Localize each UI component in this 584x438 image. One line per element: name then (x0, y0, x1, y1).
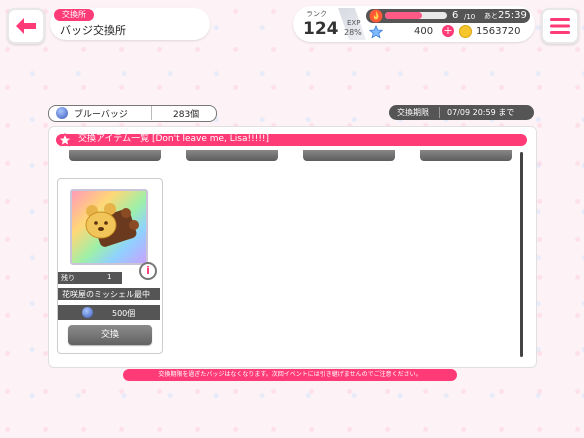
exp-percent: 28% (344, 28, 362, 37)
energy-timer: 25:39 (498, 10, 527, 21)
category-tag: 交換所 (54, 9, 94, 21)
panel-title: 交換アイテム一覧 [Don't leave me, Lisa!!!!!] (78, 134, 270, 144)
rank-value: 124 (303, 19, 339, 39)
exchange-button-partial[interactable] (186, 150, 278, 161)
badge-name: ブルーバッジ (74, 110, 128, 120)
hamburger-menu-icon (550, 18, 570, 34)
flame-icon (369, 9, 383, 23)
expiry-notice: 交換期限を過ぎたバッジはなくなります。次回イベントには引き継げませんのでご注意く… (123, 369, 457, 381)
energy-count: 6 (452, 10, 459, 21)
star-gem-icon (369, 25, 383, 39)
coin-icon (459, 25, 472, 38)
exchange-button[interactable]: 交換 (68, 325, 152, 345)
energy-timer-label: あと (484, 12, 498, 20)
monaka-sweet-icon (85, 203, 139, 247)
info-button[interactable]: i (139, 262, 157, 280)
item-cost: 500個 (112, 309, 136, 318)
cost-bar (58, 305, 160, 320)
item-name: 花咲屋のミッシェル最中 (62, 290, 150, 299)
star-count: 400 (414, 26, 434, 37)
energy-max: /10 (464, 13, 476, 21)
blue-badge-icon (56, 107, 68, 119)
exchange-period-label: 交換期限 (397, 108, 429, 117)
badge-count: 283個 (173, 110, 200, 120)
divider (439, 107, 440, 118)
energy-bar-fill (385, 12, 423, 19)
coin-count: 1563720 (476, 26, 521, 37)
remaining-label: 残り (61, 274, 75, 282)
back-button[interactable] (7, 8, 45, 44)
exchange-button-partial[interactable] (303, 150, 395, 161)
divider (151, 106, 152, 120)
exchange-button-partial[interactable] (69, 150, 161, 161)
exchange-period-value: 07/09 20:59 まで (447, 108, 515, 117)
exchange-button-partial[interactable] (420, 150, 512, 161)
item-image[interactable] (70, 189, 148, 265)
menu-button[interactable] (541, 8, 579, 44)
rank-label: ランク (306, 10, 327, 18)
back-arrow-icon (16, 18, 36, 34)
add-stars-button[interactable]: + (442, 25, 454, 37)
remaining-count: 1 (107, 273, 112, 281)
star-icon (58, 133, 72, 147)
exp-label: EXP (347, 19, 361, 27)
scrollbar-thumb[interactable] (520, 152, 523, 357)
energy-bar (385, 12, 447, 19)
page-title: バッジ交換所 (60, 24, 126, 37)
blue-badge-icon (82, 307, 93, 318)
